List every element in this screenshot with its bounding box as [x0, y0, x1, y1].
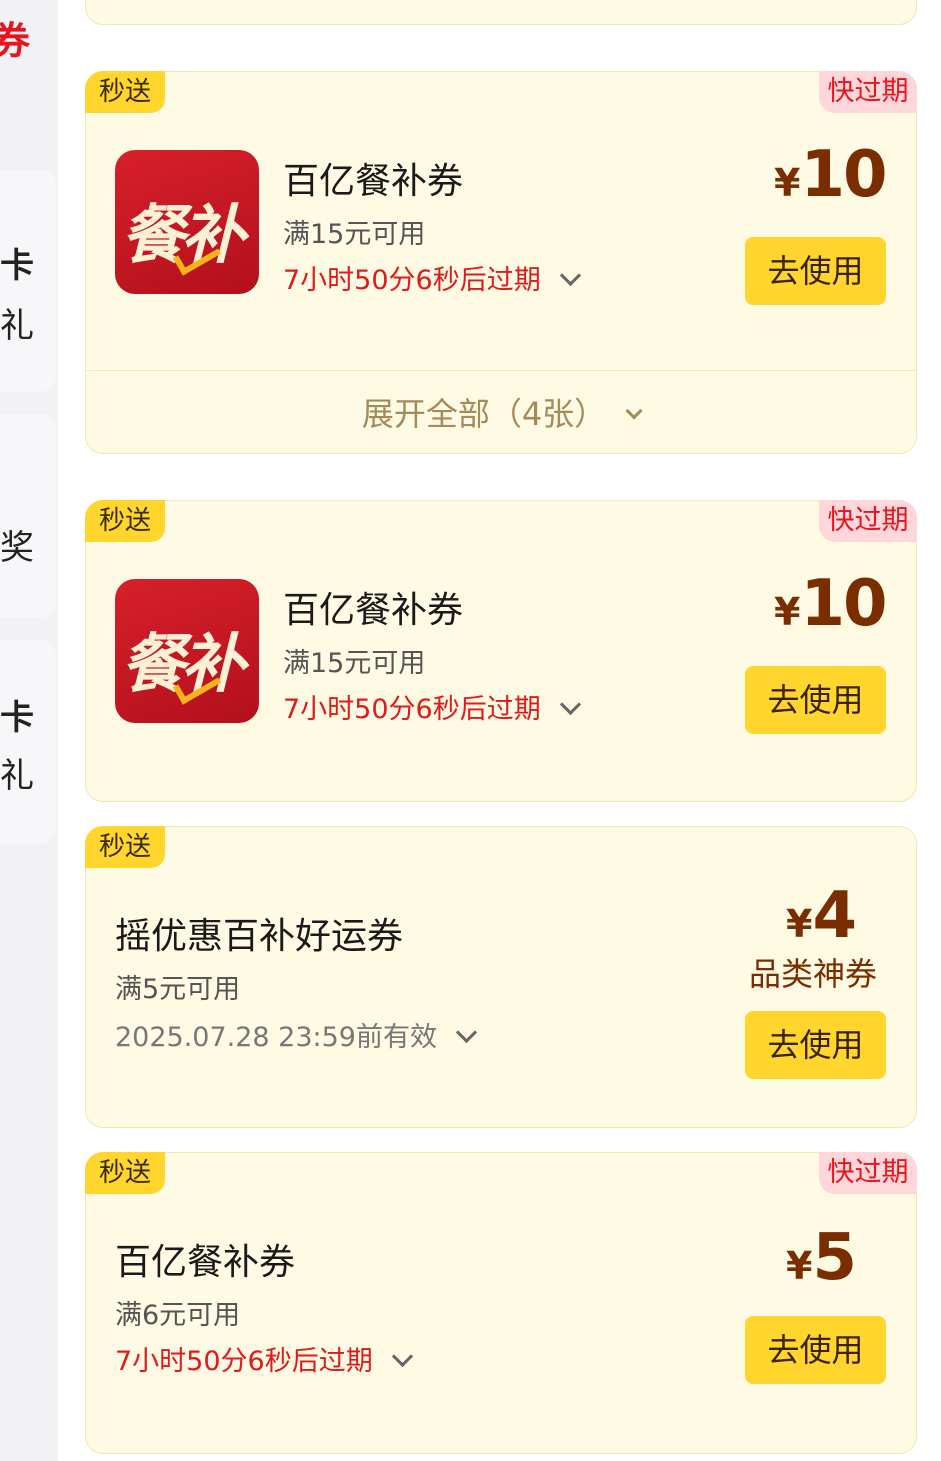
amount-value: 4	[812, 879, 857, 953]
coupon-amount: ¥4	[786, 879, 857, 953]
coupon-condition: 满6元可用	[115, 1300, 241, 1331]
sidebar-item-3[interactable]: 卡 礼	[0, 640, 56, 844]
chevron-down-icon	[455, 1021, 478, 1044]
delivery-badge: 秒送	[85, 826, 165, 868]
expiring-tag: 快过期	[819, 1152, 917, 1194]
chevron-down-icon	[559, 264, 581, 287]
coupon-amount: ¥10	[774, 138, 888, 212]
coupon-condition: 满15元可用	[283, 219, 426, 250]
sidebar-item-1[interactable]: 卡 礼	[0, 170, 56, 392]
sidebar-item-line2: 奖	[0, 528, 34, 568]
coupon-amount: ¥10	[774, 567, 888, 641]
category-sidebar: 券 卡 礼 奖 卡 礼	[0, 0, 58, 1461]
coupon-amount: ¥5	[786, 1221, 857, 1295]
sidebar-item-line1: 卡	[0, 698, 34, 738]
coupon-condition: 满5元可用	[115, 974, 241, 1005]
expiring-tag: 快过期	[819, 500, 917, 542]
coupon-condition: 满15元可用	[283, 648, 426, 679]
amount-value: 5	[812, 1221, 857, 1295]
currency-symbol: ¥	[786, 1244, 813, 1288]
coupon-card-partial	[85, 0, 917, 25]
amount-value: 10	[800, 138, 887, 212]
expiring-tag: 快过期	[819, 71, 917, 113]
use-button[interactable]: 去使用	[745, 666, 886, 734]
validity-text: 2025.07.28 23:59前有效	[115, 1022, 437, 1053]
expiry-text: 7小时50分6秒后过期	[283, 265, 541, 296]
coupon-validity[interactable]: 2025.07.28 23:59前有效	[115, 1015, 478, 1054]
coupon-card: 秒送 快过期 餐补 百亿餐补券 满15元可用 7小时50分6秒后过期 ¥10 去…	[85, 500, 917, 802]
expand-all-label: 展开全部（4张）	[361, 395, 607, 433]
expand-all-row[interactable]: 展开全部（4张）	[86, 370, 916, 455]
meal-subsidy-logo: 餐补	[115, 579, 259, 723]
meal-subsidy-logo: 餐补	[115, 150, 259, 294]
chevron-down-icon	[391, 1345, 413, 1368]
amount-value: 10	[800, 567, 887, 641]
currency-symbol: ¥	[774, 161, 801, 205]
expiry-text: 7小时50分6秒后过期	[283, 694, 541, 725]
sidebar-item-line2: 礼	[0, 306, 34, 346]
expiry-text: 7小时50分6秒后过期	[115, 1346, 373, 1377]
coupon-expiry[interactable]: 7小时50分6秒后过期	[283, 258, 581, 297]
coupon-title: 百亿餐补券	[283, 590, 464, 631]
sidebar-title: 券	[0, 19, 31, 63]
use-button[interactable]: 去使用	[745, 1316, 886, 1384]
delivery-badge: 秒送	[85, 500, 165, 542]
sidebar-item-line1: 卡	[0, 246, 34, 286]
sidebar-item-line2: 礼	[0, 756, 34, 796]
chevron-down-icon	[559, 693, 581, 716]
coupon-title: 百亿餐补券	[283, 161, 464, 202]
currency-symbol: ¥	[786, 902, 813, 946]
coupon-title: 百亿餐补券	[115, 1242, 296, 1283]
sidebar-item-2[interactable]: 奖	[0, 414, 56, 618]
delivery-badge: 秒送	[85, 1152, 165, 1194]
chevron-down-icon	[625, 402, 643, 420]
coupon-expiry[interactable]: 7小时50分6秒后过期	[283, 687, 581, 726]
use-button[interactable]: 去使用	[745, 1011, 886, 1079]
coupon-card: 秒送 摇优惠百补好运券 满5元可用 2025.07.28 23:59前有效 ¥4…	[85, 826, 917, 1128]
delivery-badge: 秒送	[85, 71, 165, 113]
coupon-card: 秒送 快过期 百亿餐补券 满6元可用 7小时50分6秒后过期 ¥5 去使用	[85, 1152, 917, 1454]
coupon-card: 秒送 快过期 餐补 百亿餐补券 满15元可用 7小时50分6秒后过期 ¥10 去…	[85, 71, 917, 454]
coupon-title: 摇优惠百补好运券	[115, 916, 404, 957]
currency-symbol: ¥	[774, 590, 801, 634]
coupon-expiry[interactable]: 7小时50分6秒后过期	[115, 1339, 413, 1378]
coupon-category-label: 品类神券	[749, 955, 878, 993]
use-button[interactable]: 去使用	[745, 237, 886, 305]
